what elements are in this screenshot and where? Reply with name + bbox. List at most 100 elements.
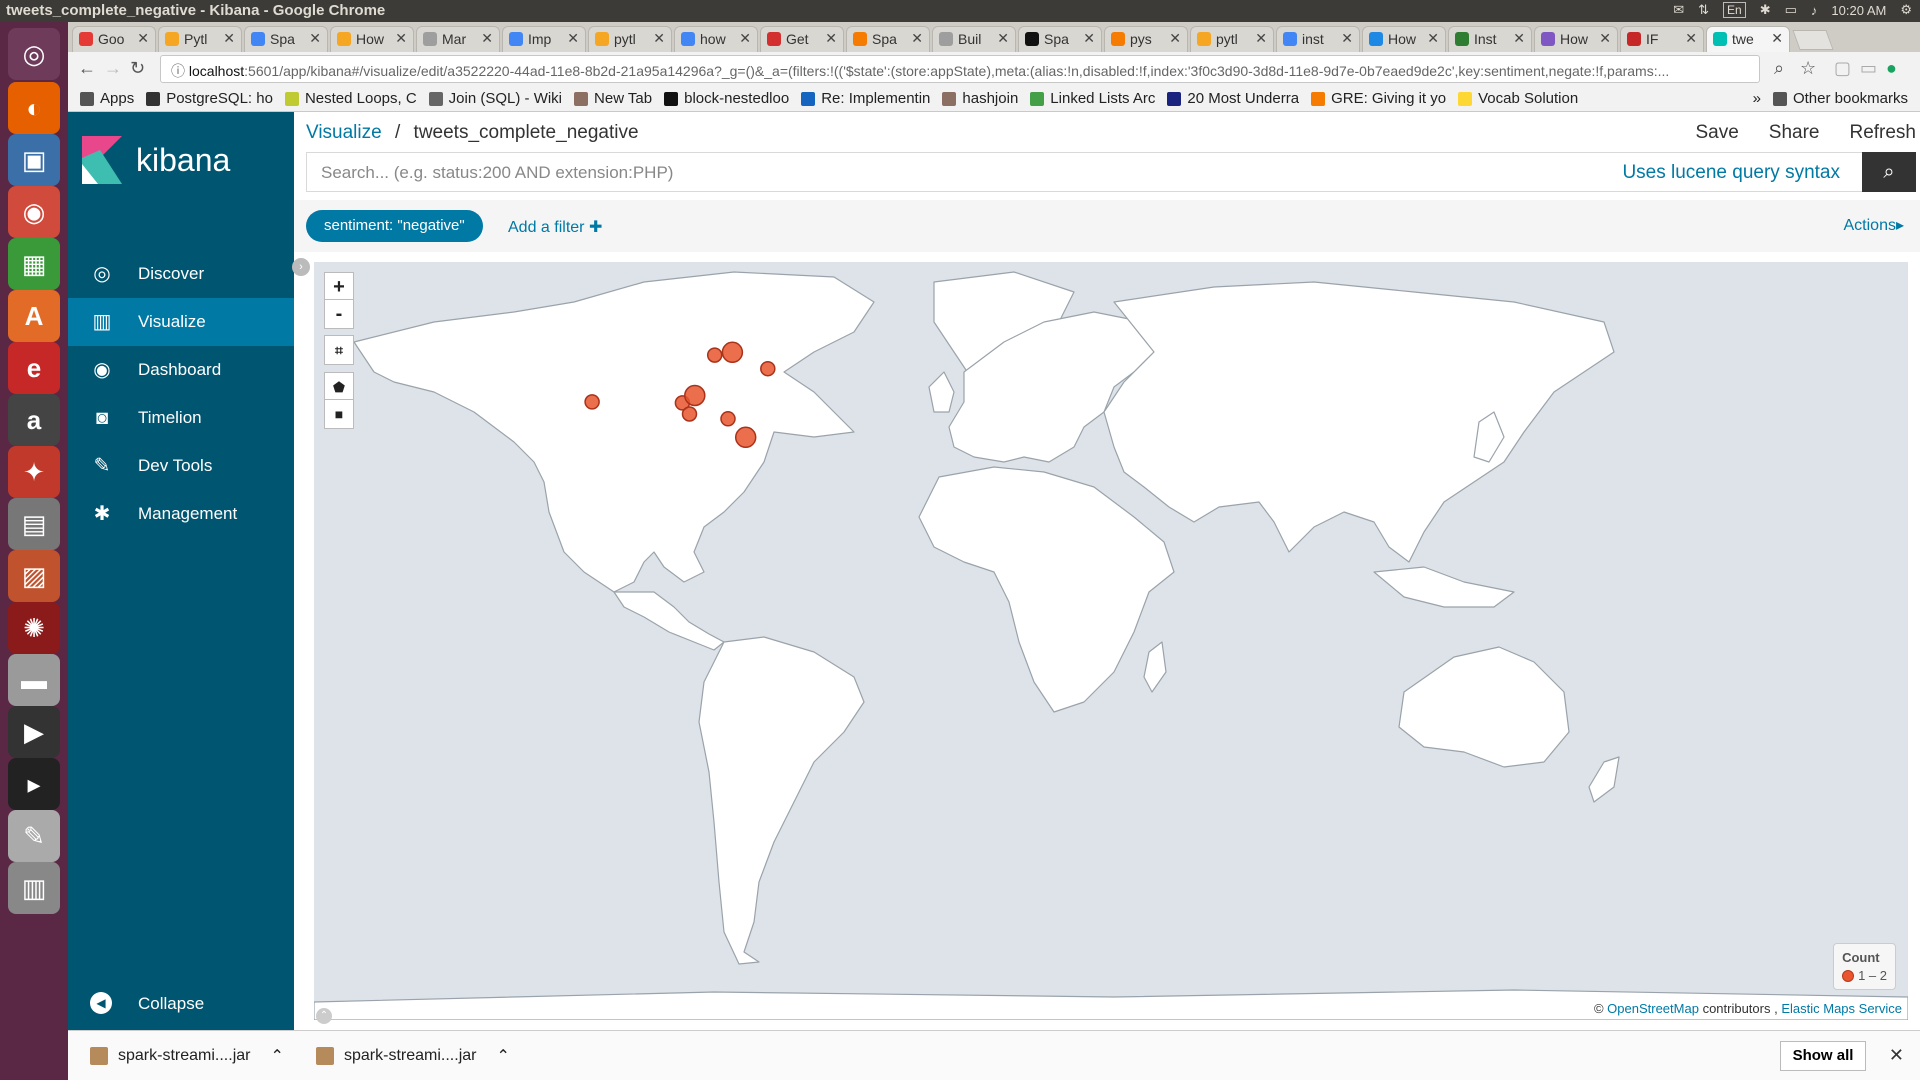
new-tab-button[interactable] (1792, 30, 1834, 50)
show-all-downloads-button[interactable]: Show all (1780, 1041, 1866, 1071)
scroll-up-icon[interactable]: ⌃ (316, 1008, 332, 1024)
bookmark-item[interactable]: Re: Implementin (801, 90, 930, 107)
nav-item-visualize[interactable]: ▥ Visualize (68, 298, 294, 346)
bookmark-star-icon[interactable]: ☆ (1800, 58, 1816, 79)
bookmark-item[interactable]: 20 Most Underra (1167, 90, 1299, 107)
nav-item-management[interactable]: ✱ Management (68, 490, 294, 538)
disk-icon[interactable]: ▬ (8, 654, 60, 706)
map-marker[interactable] (734, 426, 757, 449)
collapse-button[interactable]: ◀ Collapse (68, 984, 294, 1024)
tab-close-icon[interactable]: ✕ (395, 30, 407, 47)
ems-link[interactable]: Elastic Maps Service (1781, 1001, 1902, 1016)
reader-icon[interactable]: e (8, 342, 60, 394)
volume-icon[interactable]: ♪ (1811, 3, 1818, 18)
sidebar-toggle-chevron-icon[interactable]: › (292, 258, 310, 276)
browser-tab[interactable]: pys ✕ (1104, 26, 1188, 52)
actions-menu[interactable]: Actions▸ (1844, 215, 1905, 235)
zoom-icon[interactable]: ⌕ (1774, 58, 1784, 79)
terminal-icon[interactable]: ▸ (8, 758, 60, 810)
browser-tab[interactable]: Get ✕ (760, 26, 844, 52)
browser-tab[interactable]: pytl ✕ (588, 26, 672, 52)
share-button[interactable]: Share (1769, 122, 1820, 144)
bluetooth-icon[interactable]: ✱ (1760, 2, 1771, 18)
bookmark-item[interactable]: PostgreSQL: ho (146, 90, 273, 107)
tab-close-icon[interactable]: ✕ (137, 30, 149, 47)
spreadsheet-icon[interactable]: ▦ (8, 238, 60, 290)
browser-tab[interactable]: How ✕ (1362, 26, 1446, 52)
tab-close-icon[interactable]: ✕ (1771, 30, 1783, 47)
add-filter-link[interactable]: Add a filter ✚ (508, 217, 602, 237)
browser-tab[interactable]: Pytl ✕ (158, 26, 242, 52)
nav-item-timelion[interactable]: ◙ Timelion (68, 394, 294, 442)
bookmark-item[interactable]: GRE: Giving it yo (1311, 90, 1446, 107)
zoom-in-button[interactable]: + (324, 272, 354, 302)
info-icon[interactable]: ⓘ (171, 63, 189, 79)
text-editor-icon[interactable]: ✎ (8, 810, 60, 862)
address-bar[interactable]: ⓘ localhost:5601/app/kibana#/visualize/e… (160, 55, 1760, 83)
browser-tab[interactable]: Imp ✕ (502, 26, 586, 52)
map-marker[interactable] (681, 406, 698, 422)
coordinate-map[interactable]: + - ⌗ ⬟ ■ Count 1 – 2 © OpenStreetMap co… (314, 262, 1908, 1020)
lucene-syntax-link[interactable]: Uses lucene query syntax (1622, 162, 1840, 184)
mail-icon[interactable]: ✉ (1673, 2, 1684, 18)
cast-icon[interactable]: ▭ (1860, 58, 1877, 79)
download-item[interactable]: spark-streami....jar ⌃ (90, 1041, 284, 1071)
browser-tab[interactable]: How ✕ (330, 26, 414, 52)
refresh-button[interactable]: Refresh (1849, 122, 1916, 144)
video-editor-icon[interactable]: ▶ (8, 706, 60, 758)
tab-close-icon[interactable]: ✕ (997, 30, 1009, 47)
nav-item-dashboard[interactable]: ◉ Dashboard (68, 346, 294, 394)
bookmarks-overflow-chevron[interactable]: » (1753, 90, 1761, 107)
browser-tab[interactable]: How ✕ (1534, 26, 1618, 52)
bookmark-item[interactable]: Vocab Solution (1458, 90, 1578, 107)
extension-icon[interactable]: ▢ (1834, 58, 1851, 79)
tab-close-icon[interactable]: ✕ (911, 30, 923, 47)
bookmark-item[interactable]: Nested Loops, C (284, 90, 417, 107)
draw-rectangle-icon[interactable]: ■ (324, 399, 354, 429)
browser-tab[interactable]: how ✕ (674, 26, 758, 52)
search-button[interactable]: ⌕ (1862, 152, 1916, 192)
tab-close-icon[interactable]: ✕ (1513, 30, 1525, 47)
web-tool-icon[interactable]: ✺ (8, 602, 60, 654)
forward-icon[interactable]: → (104, 58, 122, 79)
browser-tab[interactable]: twe ✕ (1706, 26, 1790, 52)
presentation-icon[interactable]: ▨ (8, 550, 60, 602)
browser-tab[interactable]: Mar ✕ (416, 26, 500, 52)
reload-icon[interactable]: ↻ (130, 58, 145, 79)
fit-bounds-icon[interactable]: ⌗ (324, 335, 354, 365)
bookmark-item[interactable]: block-nestedloo (664, 90, 789, 107)
browser-tab[interactable]: Spa ✕ (846, 26, 930, 52)
tab-close-icon[interactable]: ✕ (481, 30, 493, 47)
tab-close-icon[interactable]: ✕ (1255, 30, 1267, 47)
amazon-icon[interactable]: a (8, 394, 60, 446)
tab-close-icon[interactable]: ✕ (309, 30, 321, 47)
software-center-icon[interactable]: A (8, 290, 60, 342)
chevron-up-icon[interactable]: ⌃ (270, 1046, 283, 1066)
bookmark-item[interactable]: Apps (80, 90, 134, 107)
tab-close-icon[interactable]: ✕ (1083, 30, 1095, 47)
breadcrumb-visualize[interactable]: Visualize (306, 122, 382, 143)
tab-close-icon[interactable]: ✕ (653, 30, 665, 47)
browser-tab[interactable]: Spa ✕ (1018, 26, 1102, 52)
keyboard-language[interactable]: En (1723, 2, 1746, 18)
trash-icon[interactable]: ▥ (8, 862, 60, 914)
bookmark-item[interactable]: New Tab (574, 90, 652, 107)
back-icon[interactable]: ← (78, 58, 96, 79)
tab-close-icon[interactable]: ✕ (1169, 30, 1181, 47)
files-icon[interactable]: ▤ (8, 498, 60, 550)
draw-polygon-icon[interactable]: ⬟ (324, 372, 354, 402)
tab-close-icon[interactable]: ✕ (1685, 30, 1697, 47)
browser-tab[interactable]: pytl ✕ (1190, 26, 1274, 52)
map-marker[interactable] (721, 341, 744, 364)
image-viewer-icon[interactable]: ▣ (8, 134, 60, 186)
tab-close-icon[interactable]: ✕ (1427, 30, 1439, 47)
browser-tab[interactable]: Spa ✕ (244, 26, 328, 52)
osm-link[interactable]: OpenStreetMap (1607, 1001, 1699, 1016)
ubuntu-dash-icon[interactable]: ◎ (8, 28, 60, 80)
clock[interactable]: 10:20 AM (1831, 3, 1886, 18)
save-button[interactable]: Save (1695, 122, 1738, 144)
tab-close-icon[interactable]: ✕ (1341, 30, 1353, 47)
close-downloads-icon[interactable]: ✕ (1889, 1045, 1904, 1066)
chevron-up-icon[interactable]: ⌃ (496, 1046, 509, 1066)
nav-item-discover[interactable]: ◎ Discover (68, 250, 294, 298)
